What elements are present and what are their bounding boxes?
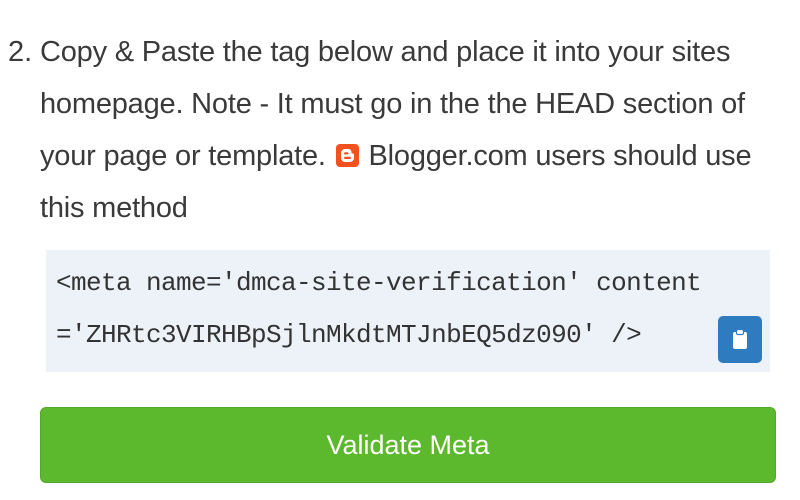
meta-tag-code-line-2[interactable]: ='ZHRtc3VIRHBpSjlnMkdtMTJnbEQ5dz090' /> [56, 320, 642, 350]
meta-tag-code-box: <meta name='dmca-site-verification' cont… [46, 250, 770, 372]
copy-to-clipboard-button[interactable] [718, 316, 762, 363]
clipboard-icon [733, 329, 747, 349]
blogger-icon [335, 144, 359, 167]
step-text: Copy & Paste the tag below and place it … [40, 26, 785, 234]
step-number: 2. [8, 36, 33, 68]
validate-meta-button[interactable]: Validate Meta [40, 407, 776, 483]
meta-tag-code-line-1[interactable]: <meta name='dmca-site-verification' cont… [56, 268, 702, 298]
